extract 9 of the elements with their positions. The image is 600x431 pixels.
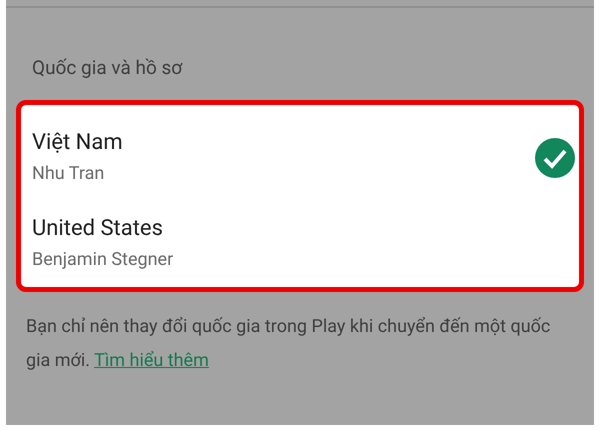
section-title: Quốc gia và hồ sơ	[32, 55, 184, 81]
country-option[interactable]: United States Benjamin Stegner	[21, 201, 579, 287]
profile-name: Nhu Tran	[32, 162, 106, 186]
check-icon	[535, 138, 575, 178]
profile-name: Benjamin Stegner	[32, 248, 174, 272]
country-name: Việt Nam	[32, 129, 124, 157]
country-option[interactable]: Việt Nam Nhu Tran	[21, 115, 579, 201]
info-text: Bạn chỉ nên thay đổi quốc gia trong Play khi chuyển đến một quốc gia mới. Tìm hiểu thêm	[26, 315, 552, 373]
country-name: United States	[32, 215, 164, 243]
